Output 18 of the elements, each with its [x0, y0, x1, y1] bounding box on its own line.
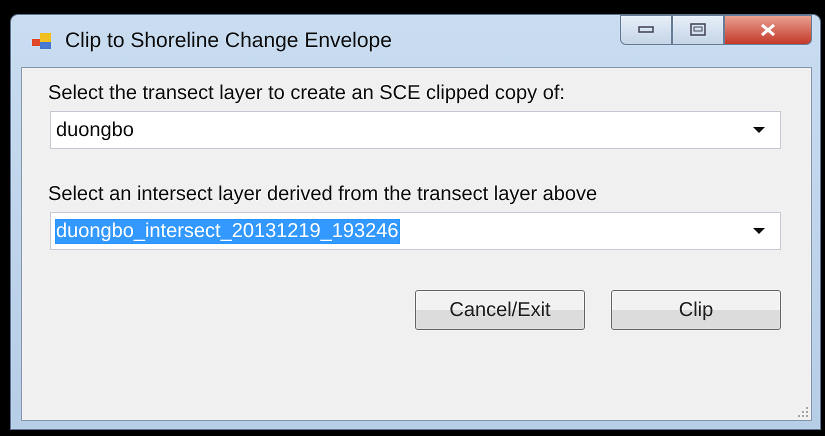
field-label: Select an intersect layer derived from the transect layer above: [48, 183, 598, 206]
window-title: Clip to Shoreline Change Envelope: [65, 29, 392, 53]
caret-icon: [752, 227, 766, 235]
minimize-button[interactable]: [620, 15, 672, 45]
close-button[interactable]: [724, 15, 812, 45]
dialog-button[interactable]: Cancel/Exit: [415, 290, 585, 330]
app-icon: [31, 31, 53, 51]
dropdown-value: duongbo: [55, 118, 135, 142]
dialog-button[interactable]: Clip: [611, 290, 781, 330]
maximize-button[interactable]: [672, 15, 724, 45]
layer-dropdown[interactable]: duongbo: [50, 111, 781, 149]
close-icon: [759, 23, 777, 37]
minimize-icon: [638, 26, 654, 34]
resize-grip-icon: [797, 406, 809, 418]
maximize-icon: [690, 23, 706, 37]
field-label: Select the transect layer to create an SCE clipped copy of:: [48, 82, 566, 105]
caret-icon: [752, 126, 766, 134]
dropdown-value: duongbo_intersect_20131219_193246: [55, 218, 400, 244]
